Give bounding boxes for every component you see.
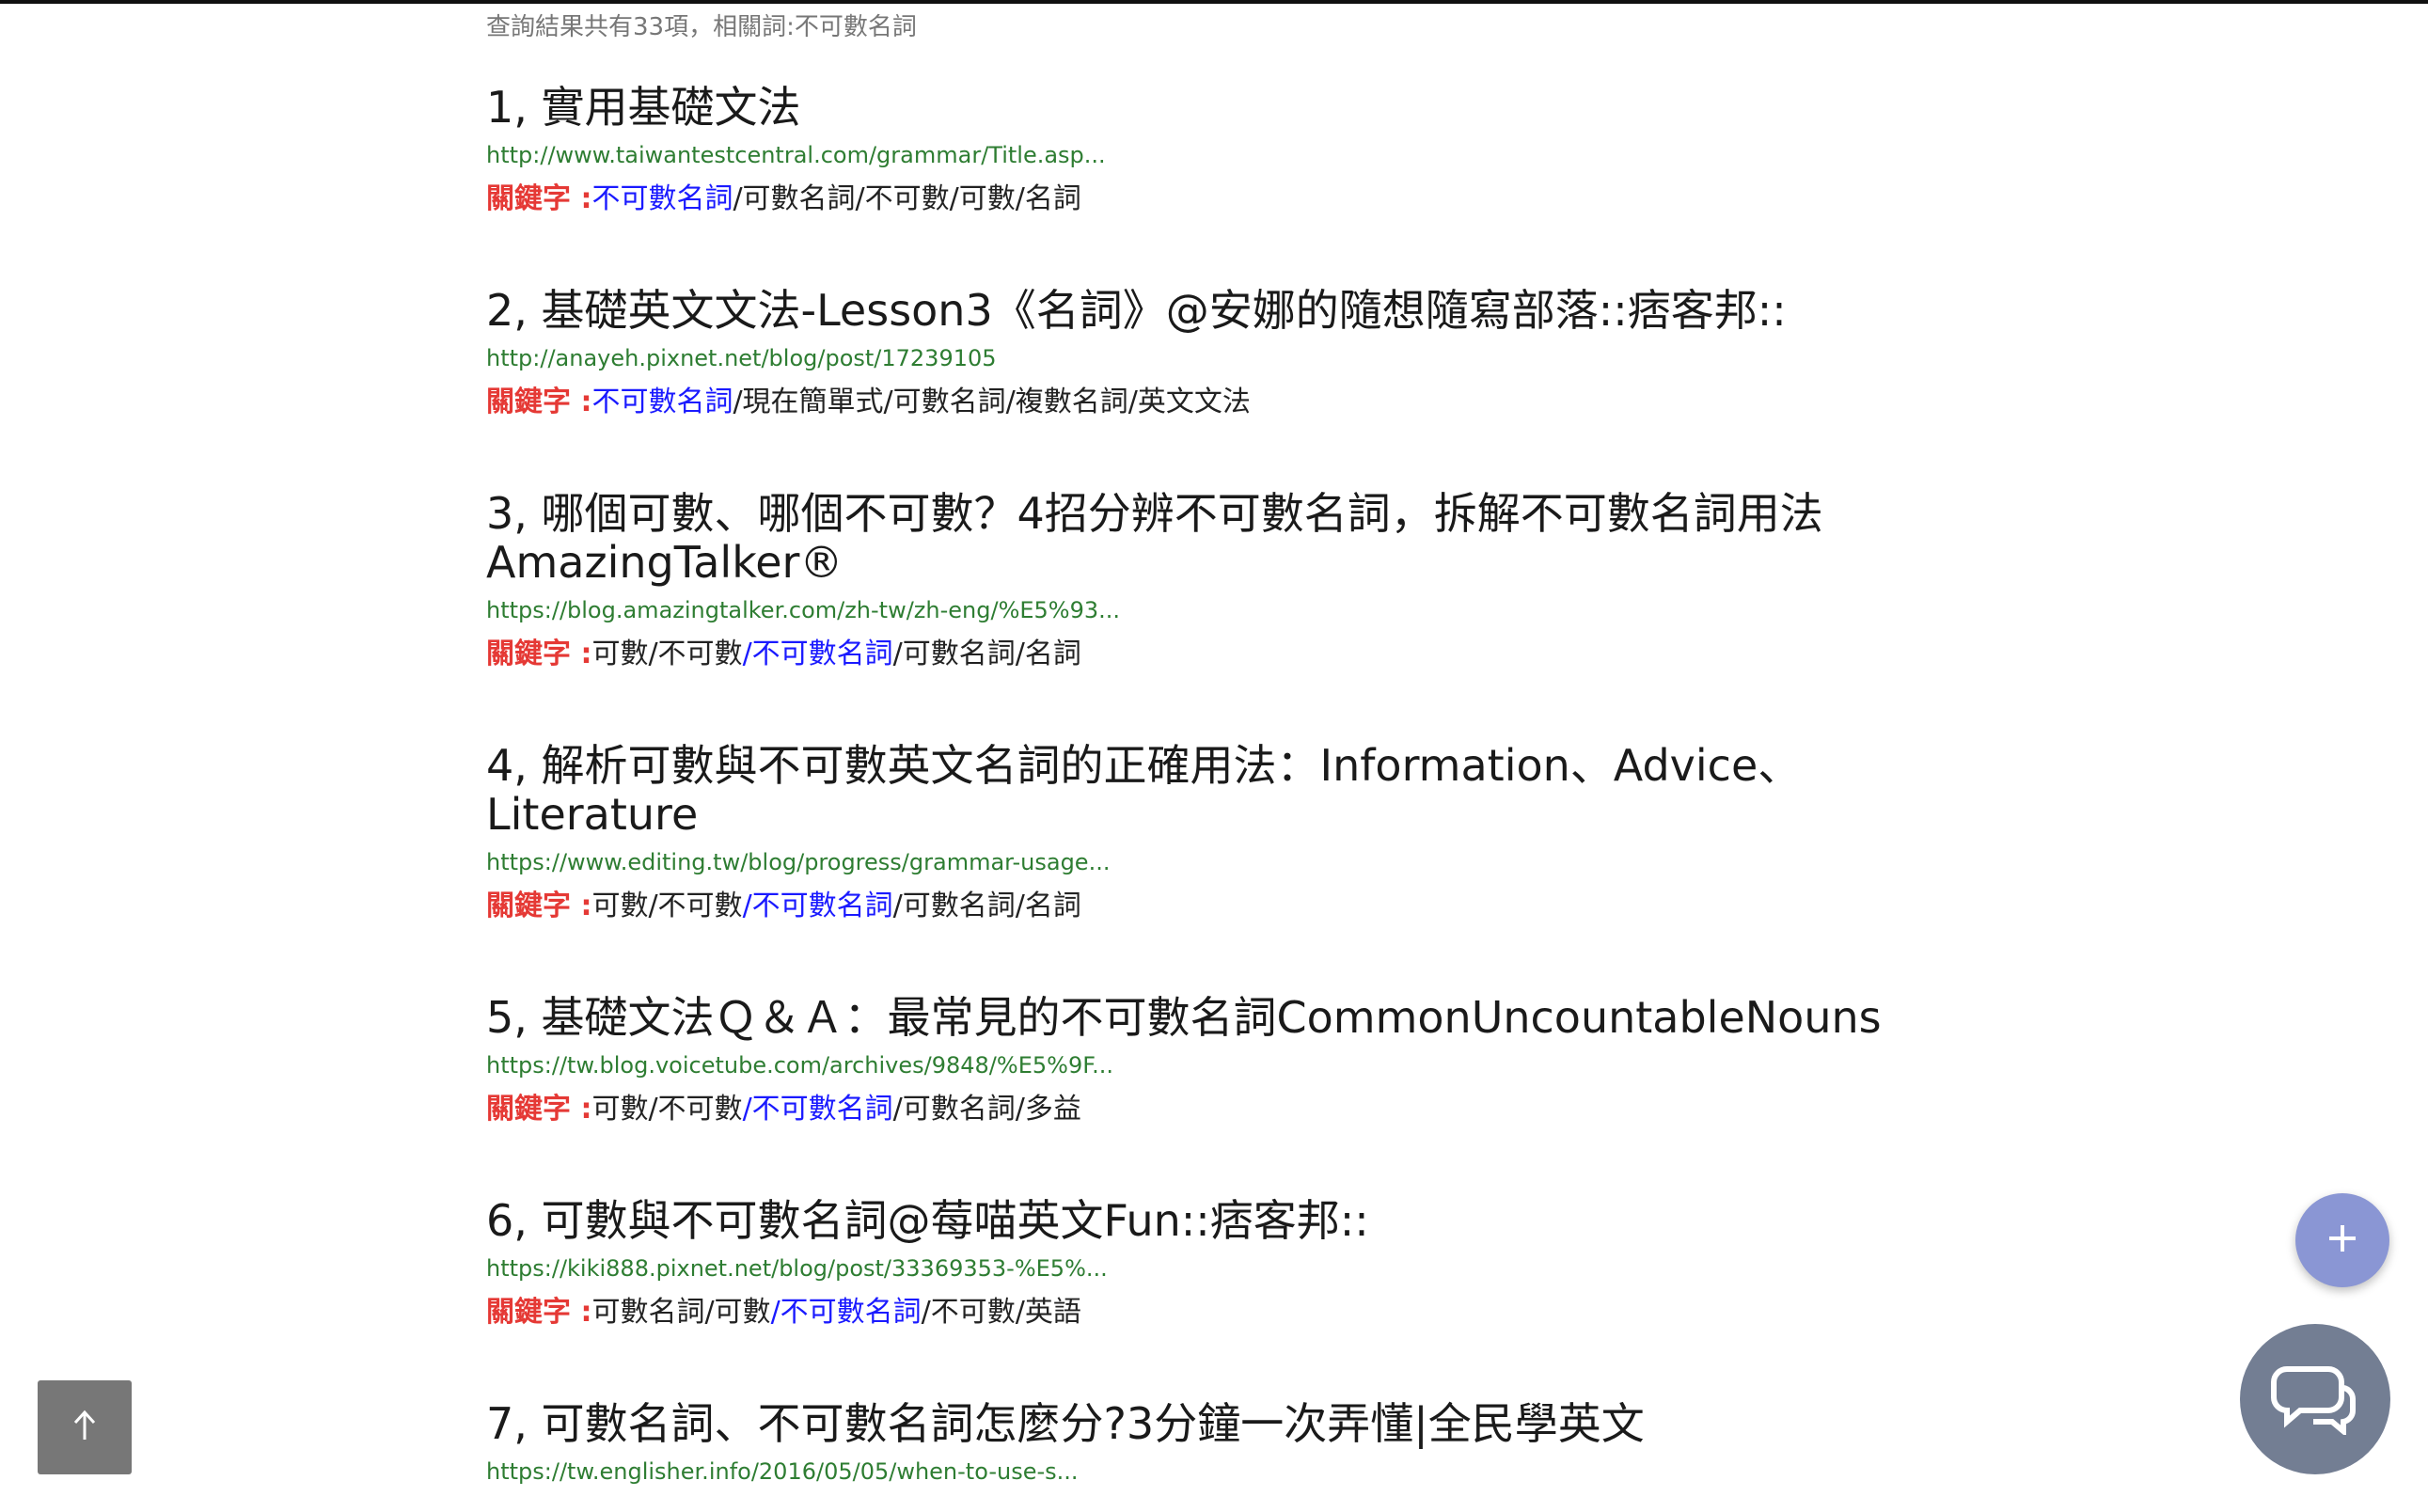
keyword-highlight-link[interactable]: /不可數名詞: [743, 638, 893, 670]
keyword-after: /不可數/英語: [921, 1296, 1081, 1329]
result-item: 3, 哪個可數、哪個不可數？4招分辨不可數名詞，拆解不可數名詞用法 Amazin…: [486, 489, 1934, 671]
result-keywords: 關鍵字 :可數/不可數/不可數名詞/可數名詞/多益: [486, 1093, 1934, 1126]
keyword-label: 關鍵字 :: [486, 638, 592, 670]
result-keywords: 關鍵字 :可數/不可數/不可數名詞/可數名詞/名詞: [486, 890, 1934, 923]
keyword-label: 關鍵字 :: [486, 1296, 592, 1329]
result-keywords: 關鍵字 :不可數名詞/可數名詞/不可數/可數/名詞: [486, 182, 1934, 216]
keyword-after: /現在簡單式/可數名詞/複數名詞/英文文法: [733, 386, 1251, 418]
result-item: 1, 實用基礎文法 http://www.taiwantestcentral.c…: [486, 83, 1934, 216]
keyword-after: /可數名詞/名詞: [892, 890, 1081, 922]
keyword-after: /可數名詞/不可數/可數/名詞: [733, 182, 1081, 215]
result-keywords: 關鍵字 :可數/不可數/不可數名詞/可數名詞/名詞: [486, 638, 1934, 671]
result-title-link[interactable]: 6, 可數與不可數名詞@莓喵英文Fun::痞客邦::: [486, 1196, 1934, 1245]
result-title-link[interactable]: 3, 哪個可數、哪個不可數？4招分辨不可數名詞，拆解不可數名詞用法 Amazin…: [486, 489, 1934, 587]
keyword-highlight-link[interactable]: 不可數名詞: [591, 182, 733, 215]
keyword-highlight-link[interactable]: /不可數名詞: [743, 1093, 893, 1126]
arrow-up-icon: [71, 1410, 98, 1445]
result-url[interactable]: https://tw.blog.voicetube.com/archives/9…: [486, 1051, 1934, 1079]
keyword-before: 可數名詞/可數: [591, 1296, 771, 1329]
result-item: 6, 可數與不可數名詞@莓喵英文Fun::痞客邦:: https://kiki8…: [486, 1196, 1934, 1330]
result-title-link[interactable]: 1, 實用基礎文法: [486, 83, 1934, 132]
top-border: [0, 0, 2428, 4]
result-url[interactable]: https://tw.englisher.info/2016/05/05/whe…: [486, 1457, 1934, 1486]
keyword-highlight-link[interactable]: 不可數名詞: [591, 386, 733, 418]
results-summary: 查詢結果共有33項，相關詞:不可數名詞: [486, 13, 917, 41]
chat-bubbles-icon: [2268, 1360, 2362, 1439]
result-item: 2, 基礎英文文法-Lesson3《名詞》@安娜的隨想隨寫部落::痞客邦:: h…: [486, 286, 1934, 419]
keyword-label: 關鍵字 :: [486, 182, 592, 215]
keyword-label: 關鍵字 :: [486, 1093, 592, 1126]
result-url[interactable]: https://www.editing.tw/blog/progress/gra…: [486, 848, 1934, 876]
keyword-before: 可數/不可數: [591, 890, 743, 922]
keyword-before: 可數/不可數: [591, 1093, 743, 1126]
keyword-after: /可數名詞/多益: [892, 1093, 1081, 1126]
scroll-to-top-button[interactable]: [38, 1380, 132, 1474]
keyword-label: 關鍵字 :: [486, 386, 592, 418]
result-keywords: 關鍵字 :不可數名詞/現在簡單式/可數名詞/複數名詞/英文文法: [486, 386, 1934, 419]
result-keywords: 關鍵字 :可數名詞/可數/不可數名詞/不可數/英語: [486, 1296, 1934, 1330]
plus-icon: [2326, 1221, 2359, 1259]
result-item: 5, 基礎文法Ｑ＆Ａ：最常見的不可數名詞CommonUncountableNou…: [486, 993, 1934, 1126]
result-url[interactable]: http://anayeh.pixnet.net/blog/post/17239…: [486, 344, 1934, 372]
keyword-highlight-link[interactable]: /不可數名詞: [771, 1296, 922, 1329]
result-url[interactable]: https://blog.amazingtalker.com/zh-tw/zh-…: [486, 596, 1934, 624]
result-item: 7, 可數名詞、不可數名詞怎麼分?3分鐘一次弄懂|全民學英文 https://t…: [486, 1399, 1934, 1486]
keyword-highlight-link[interactable]: /不可數名詞: [743, 890, 893, 922]
add-button[interactable]: [2295, 1193, 2389, 1287]
keyword-after: /可數名詞/名詞: [892, 638, 1081, 670]
result-title-link[interactable]: 2, 基礎英文文法-Lesson3《名詞》@安娜的隨想隨寫部落::痞客邦::: [486, 286, 1934, 335]
chat-button[interactable]: [2240, 1324, 2390, 1474]
result-url[interactable]: https://kiki888.pixnet.net/blog/post/333…: [486, 1254, 1934, 1283]
result-url[interactable]: http://www.taiwantestcentral.com/grammar…: [486, 141, 1934, 169]
keyword-before: 可數/不可數: [591, 638, 743, 670]
result-item: 4, 解析可數與不可數英文名詞的正確用法：Information、Advice、…: [486, 741, 1934, 923]
keyword-label: 關鍵字 :: [486, 890, 592, 922]
result-title-link[interactable]: 5, 基礎文法Ｑ＆Ａ：最常見的不可數名詞CommonUncountableNou…: [486, 993, 1934, 1042]
result-title-link[interactable]: 7, 可數名詞、不可數名詞怎麼分?3分鐘一次弄懂|全民學英文: [486, 1399, 1934, 1448]
result-title-link[interactable]: 4, 解析可數與不可數英文名詞的正確用法：Information、Advice、…: [486, 741, 1934, 839]
